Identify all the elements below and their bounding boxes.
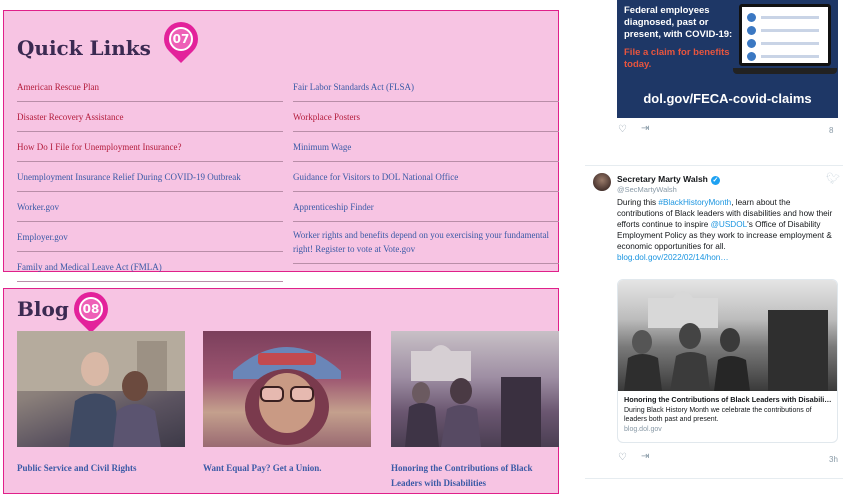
tweet-card-image[interactable] [618, 280, 837, 391]
quick-link-ui-relief[interactable]: Unemployment Insurance Relief During COV… [17, 162, 283, 192]
quick-link-file-unemployment[interactable]: How Do I File for Unemployment Insurance… [17, 132, 283, 162]
tweet-author-handle[interactable]: @SecMartyWalsh [617, 185, 677, 194]
tweet-divider [585, 478, 843, 479]
promo-text: Federal employees diagnosed, past or pre… [624, 5, 744, 71]
tweet-card-title[interactable]: Honoring the Contributions of Black Lead… [618, 391, 837, 404]
quick-link-worker-gov[interactable]: Worker.gov [17, 192, 283, 222]
quick-links-right-column: Fair Labor Standards Act (FLSA) Workplac… [293, 72, 559, 264]
quick-link-flsa[interactable]: Fair Labor Standards Act (FLSA) [293, 72, 559, 102]
tweet-divider [585, 165, 843, 166]
blog-card[interactable]: Want Equal Pay? Get a Union. [203, 331, 371, 476]
blog-card[interactable]: Honoring the Contributions of Black Lead… [391, 331, 559, 491]
quick-links-left-column: American Rescue Plan Disaster Recovery A… [17, 72, 283, 282]
blog-post-title[interactable]: Honoring the Contributions of Black Lead… [391, 461, 559, 491]
tweet-author-name-text[interactable]: Secretary Marty Walsh [617, 174, 708, 184]
quick-link-disaster-recovery[interactable]: Disaster Recovery Assistance [17, 102, 283, 132]
tweet-url-link[interactable]: blog.dol.gov/2022/02/14/hon… [617, 253, 729, 262]
heart-icon[interactable]: ♡ [618, 452, 627, 463]
checkmark-icon [747, 39, 756, 48]
laptop-illustration [739, 4, 831, 66]
quick-link-vote-gov[interactable]: Worker rights and benefits depend on you… [293, 222, 559, 264]
mention-link[interactable]: @USDOL [711, 220, 748, 229]
checkmark-icon [747, 52, 756, 61]
tweet-text: During this [617, 198, 659, 207]
twitter-bird-icon[interactable]: 🐦︎ [826, 172, 840, 185]
marker-number: 08 [79, 297, 103, 321]
tweet-link-card[interactable]: Honoring the Contributions of Black Lead… [617, 279, 838, 443]
blog-section: Blog 08 Public Service and Civil Rights [3, 284, 559, 494]
promo-url[interactable]: dol.gov/FECA-covid-claims [617, 91, 838, 106]
blog-post-title[interactable]: Want Equal Pay? Get a Union. [203, 461, 371, 476]
blog-post-title[interactable]: Public Service and Civil Rights [17, 461, 185, 476]
quick-link-american-rescue-plan[interactable]: American Rescue Plan [17, 72, 283, 102]
quick-link-minimum-wage[interactable]: Minimum Wage [293, 132, 559, 162]
tweet-author-name[interactable]: Secretary Marty Walsh ✓ [617, 174, 720, 185]
quick-links-section: Quick Links 07 American Rescue Plan Disa… [3, 10, 559, 282]
hashtag-link[interactable]: #BlackHistoryMonth [658, 198, 731, 207]
avatar[interactable] [593, 173, 611, 191]
quick-link-employer-gov[interactable]: Employer.gov [17, 222, 283, 252]
feca-promo-banner[interactable]: Federal employees diagnosed, past or pre… [617, 0, 838, 118]
verified-icon: ✓ [710, 176, 720, 185]
checkmark-icon [747, 26, 756, 35]
tweet-timestamp[interactable]: 3h [829, 455, 838, 464]
tweet-card-domain: blog.dol.gov [624, 426, 662, 433]
blog-image[interactable] [203, 331, 371, 447]
quick-links-title: Quick Links [17, 36, 151, 60]
promo-line-2: File a claim for benefits today. [624, 47, 730, 70]
heart-icon[interactable]: ♡ [618, 124, 627, 135]
tweet-count: 8 [829, 126, 834, 135]
laptop-base [733, 68, 837, 74]
quick-link-workplace-posters[interactable]: Workplace Posters [293, 102, 559, 132]
checkmark-icon [747, 13, 756, 22]
quick-link-visitor-guidance[interactable]: Guidance for Visitors to DOL National Of… [293, 162, 559, 192]
blog-title: Blog [17, 297, 69, 321]
blog-card[interactable]: Public Service and Civil Rights [17, 331, 185, 476]
blog-image[interactable] [391, 331, 559, 447]
quick-link-fmla[interactable]: Family and Medical Leave Act (FMLA) [17, 252, 283, 282]
tweet-card-description: During Black History Month we celebrate … [624, 407, 812, 423]
blog-image[interactable] [17, 331, 185, 447]
promo-line-1: Federal employees diagnosed, past or pre… [624, 5, 733, 40]
marker-number: 07 [169, 27, 193, 51]
share-icon[interactable]: ⇥ [641, 123, 649, 134]
share-icon[interactable]: ⇥ [641, 451, 649, 462]
tweet-body: During this #BlackHistoryMonth, learn ab… [617, 197, 835, 263]
quick-link-apprenticeship-finder[interactable]: Apprenticeship Finder [293, 192, 559, 222]
